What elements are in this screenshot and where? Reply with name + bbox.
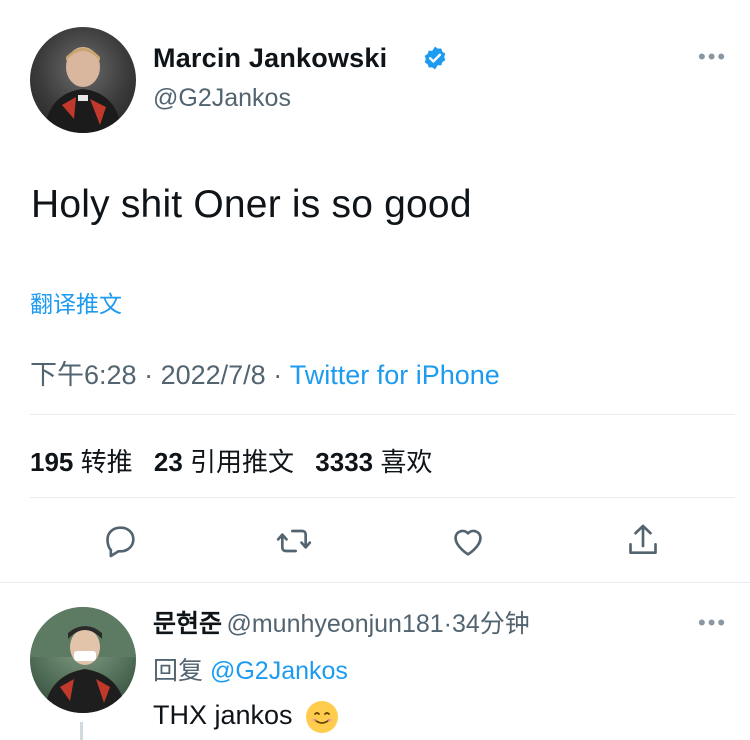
tweet-date[interactable]: 2022/7/8 (161, 360, 266, 390)
reply-mention[interactable]: @G2Jankos (210, 657, 348, 685)
quote-count: 23 (153, 447, 183, 477)
reply-header: 문현준 @munhyeonjun181·34分钟 (153, 604, 530, 640)
author-name[interactable]: Marcin Jankowski (153, 43, 387, 74)
thread-line (80, 722, 83, 740)
reply-time[interactable]: 34分钟 (452, 610, 530, 638)
divider (0, 582, 750, 583)
reply-text-row: THX jankos (153, 700, 339, 733)
divider (30, 497, 735, 498)
reply-icon[interactable] (100, 521, 140, 561)
tweet-time: 下午6:28 (30, 360, 137, 390)
reply-author-handle[interactable]: @munhyeonjun181 (226, 610, 443, 638)
reply-author-name[interactable]: 문현준 (153, 610, 222, 638)
share-icon[interactable] (623, 521, 663, 561)
like-count-stat[interactable]: 3333 喜欢 (315, 447, 446, 477)
smiling-face-emoji-icon (306, 700, 339, 733)
meta-separator: · (144, 360, 154, 390)
meta-separator: · (273, 360, 283, 390)
retweet-count-stat[interactable]: 195 转推 (30, 447, 147, 477)
divider (30, 414, 735, 415)
retweet-label: 转推 (80, 447, 133, 477)
retweet-count: 195 (30, 447, 74, 477)
reply-more-icon[interactable]: ••• (698, 610, 727, 636)
tweet-meta: 下午6:28 · 2022/7/8 · Twitter for iPhone (30, 353, 500, 392)
reply-label: 回复 (153, 657, 204, 685)
author-handle[interactable]: @G2Jankos (153, 84, 291, 113)
retweet-icon[interactable] (274, 521, 314, 561)
replying-to: 回复 @G2Jankos (153, 651, 348, 687)
quote-count-stat[interactable]: 23 引用推文 (154, 447, 308, 477)
tweet-text: Holy shit Oner is so good (31, 183, 472, 226)
like-count: 3333 (315, 447, 374, 477)
author-avatar[interactable] (30, 27, 136, 133)
translate-tweet-link[interactable]: 翻译推文 (30, 285, 122, 319)
tweet-source[interactable]: Twitter for iPhone (290, 360, 500, 390)
verified-badge-icon (422, 45, 448, 71)
like-icon[interactable] (448, 521, 488, 561)
quote-label: 引用推文 (190, 447, 295, 477)
reply-text: THX jankos (153, 700, 293, 730)
meta-separator: · (443, 610, 452, 638)
reply-author-avatar[interactable] (30, 607, 136, 713)
tweet-stats: 195 转推 23 引用推文 3333 喜欢 (30, 442, 446, 479)
like-label: 喜欢 (380, 447, 433, 477)
more-horizontal-icon[interactable]: ••• (698, 44, 727, 70)
